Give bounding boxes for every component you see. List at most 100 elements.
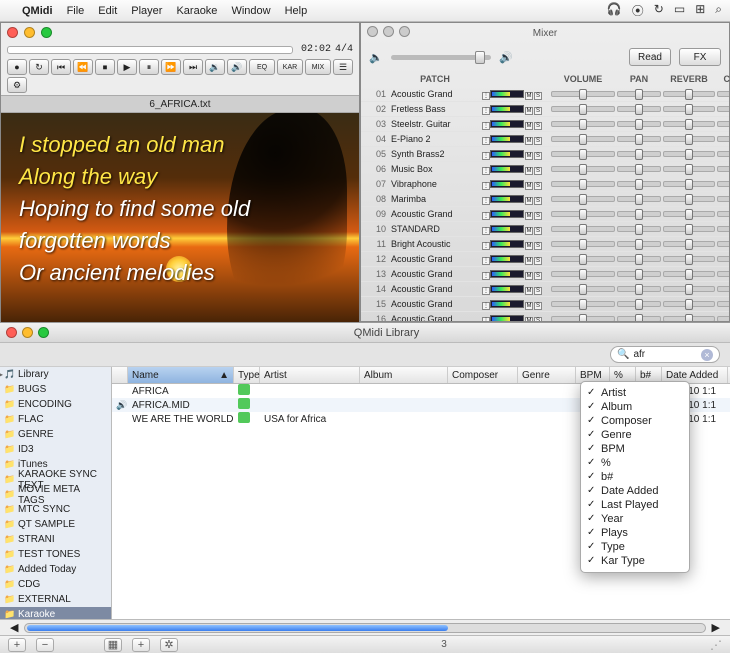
ffwd-button[interactable]: ⏩ bbox=[161, 59, 181, 75]
sidebar-item[interactable]: TEST TONES bbox=[0, 547, 111, 562]
mute-button[interactable]: M bbox=[525, 287, 533, 295]
menu-file[interactable]: File bbox=[67, 5, 85, 17]
patch-name[interactable]: Vibraphone bbox=[391, 179, 479, 189]
menu-player[interactable]: Player bbox=[131, 5, 162, 17]
add-playlist-button[interactable]: + bbox=[8, 638, 26, 652]
minimize-button[interactable] bbox=[22, 327, 33, 338]
col-album[interactable]: Album bbox=[360, 367, 448, 383]
pan-slider[interactable] bbox=[617, 91, 661, 97]
rewind-button[interactable]: ⏪ bbox=[73, 59, 93, 75]
sidebar-item[interactable]: ENCODING bbox=[0, 397, 111, 412]
context-menu-item[interactable]: Album bbox=[581, 400, 689, 414]
kar-button[interactable]: KAR bbox=[277, 59, 303, 75]
channel-menu-button[interactable]: ⋮ bbox=[482, 182, 490, 190]
chorus-slider[interactable] bbox=[717, 121, 729, 127]
patch-name[interactable]: Bright Acoustic bbox=[391, 239, 479, 249]
context-menu-item[interactable]: Type bbox=[581, 540, 689, 554]
solo-button[interactable]: S bbox=[534, 122, 542, 130]
chorus-slider[interactable] bbox=[717, 181, 729, 187]
headphones-icon[interactable]: 🎧 bbox=[607, 2, 622, 19]
sidebar-item[interactable]: CDG bbox=[0, 577, 111, 592]
mute-button[interactable]: M bbox=[525, 122, 533, 130]
playback-progress[interactable] bbox=[7, 46, 293, 54]
sidebar-item[interactable]: FLAC bbox=[0, 412, 111, 427]
record-button[interactable]: ● bbox=[7, 59, 27, 75]
solo-button[interactable]: S bbox=[534, 197, 542, 205]
solo-button[interactable]: S bbox=[534, 152, 542, 160]
reverb-slider[interactable] bbox=[663, 256, 715, 262]
volume-slider[interactable] bbox=[551, 166, 615, 172]
context-menu-item[interactable]: Date Added bbox=[581, 484, 689, 498]
volume-slider[interactable] bbox=[551, 226, 615, 232]
mix-button[interactable]: MIX bbox=[305, 59, 331, 75]
context-menu-item[interactable]: Year bbox=[581, 512, 689, 526]
search-field[interactable]: 🔍 afr × bbox=[610, 346, 720, 363]
reverb-slider[interactable] bbox=[663, 151, 715, 157]
mute-button[interactable]: M bbox=[525, 212, 533, 220]
menu-karaoke[interactable]: Karaoke bbox=[176, 5, 217, 17]
eq-button[interactable]: EQ bbox=[249, 59, 275, 75]
fx-button[interactable]: FX bbox=[679, 48, 721, 66]
close-button[interactable] bbox=[367, 26, 378, 37]
volume-slider[interactable] bbox=[551, 301, 615, 307]
solo-button[interactable]: S bbox=[534, 182, 542, 190]
chorus-slider[interactable] bbox=[717, 286, 729, 292]
zoom-button[interactable] bbox=[38, 327, 49, 338]
volume-slider[interactable] bbox=[551, 211, 615, 217]
solo-button[interactable]: S bbox=[534, 92, 542, 100]
volume-slider[interactable] bbox=[551, 121, 615, 127]
scroll-left-button[interactable]: ◀ bbox=[10, 621, 18, 634]
stop-button[interactable]: ⏹ bbox=[95, 59, 115, 75]
pause-button[interactable]: ⏸ bbox=[139, 59, 159, 75]
pan-slider[interactable] bbox=[617, 271, 661, 277]
vol-up-button[interactable]: 🔊 bbox=[227, 59, 247, 75]
volume-slider[interactable] bbox=[551, 271, 615, 277]
chorus-slider[interactable] bbox=[717, 211, 729, 217]
context-menu-item[interactable]: Genre bbox=[581, 428, 689, 442]
next-button[interactable]: ⏭ bbox=[183, 59, 203, 75]
sidebar-item[interactable]: ID3 bbox=[0, 442, 111, 457]
solo-button[interactable]: S bbox=[534, 287, 542, 295]
pan-slider[interactable] bbox=[617, 151, 661, 157]
sidebar-item[interactable]: MOVIE META TAGS bbox=[0, 487, 111, 502]
channel-menu-button[interactable]: ⋮ bbox=[482, 272, 490, 280]
reverb-slider[interactable] bbox=[663, 196, 715, 202]
mute-button[interactable]: M bbox=[525, 137, 533, 145]
volume-slider[interactable] bbox=[551, 91, 615, 97]
volume-slider[interactable] bbox=[551, 106, 615, 112]
volume-slider[interactable] bbox=[551, 181, 615, 187]
reverb-slider[interactable] bbox=[663, 181, 715, 187]
loop-button[interactable]: ↻ bbox=[29, 59, 49, 75]
reverb-slider[interactable] bbox=[663, 241, 715, 247]
wifi-icon[interactable]: ⦿ bbox=[632, 2, 644, 19]
channel-menu-button[interactable]: ⋮ bbox=[482, 212, 490, 220]
pan-slider[interactable] bbox=[617, 256, 661, 262]
settings-button[interactable]: ⚙ bbox=[7, 77, 27, 93]
solo-button[interactable]: S bbox=[534, 107, 542, 115]
sidebar-item[interactable]: MTC SYNC bbox=[0, 502, 111, 517]
channel-menu-button[interactable]: ⋮ bbox=[482, 122, 490, 130]
reverb-slider[interactable] bbox=[663, 166, 715, 172]
display-icon[interactable]: ▭ bbox=[674, 2, 685, 19]
patch-name[interactable]: Acoustic Grand bbox=[391, 299, 479, 309]
chorus-slider[interactable] bbox=[717, 166, 729, 172]
chorus-slider[interactable] bbox=[717, 226, 729, 232]
chorus-slider[interactable] bbox=[717, 241, 729, 247]
scroll-right-button[interactable]: ▶ bbox=[712, 621, 720, 634]
channel-menu-button[interactable]: ⋮ bbox=[482, 287, 490, 295]
patch-name[interactable]: Acoustic Grand bbox=[391, 284, 479, 294]
chorus-slider[interactable] bbox=[717, 301, 729, 307]
patch-name[interactable]: Acoustic Grand bbox=[391, 269, 479, 279]
pan-slider[interactable] bbox=[617, 166, 661, 172]
channel-menu-button[interactable]: ⋮ bbox=[482, 257, 490, 265]
channel-menu-button[interactable]: ⋮ bbox=[482, 167, 490, 175]
patch-name[interactable]: Fretless Bass bbox=[391, 104, 479, 114]
resize-handle-icon[interactable]: ⋰ bbox=[710, 638, 722, 652]
pan-slider[interactable] bbox=[617, 196, 661, 202]
volume-slider[interactable] bbox=[551, 286, 615, 292]
context-menu-item[interactable]: b# bbox=[581, 470, 689, 484]
col-artist[interactable]: Artist bbox=[260, 367, 360, 383]
reverb-slider[interactable] bbox=[663, 271, 715, 277]
minimize-button[interactable] bbox=[383, 26, 394, 37]
mute-button[interactable]: M bbox=[525, 317, 533, 322]
